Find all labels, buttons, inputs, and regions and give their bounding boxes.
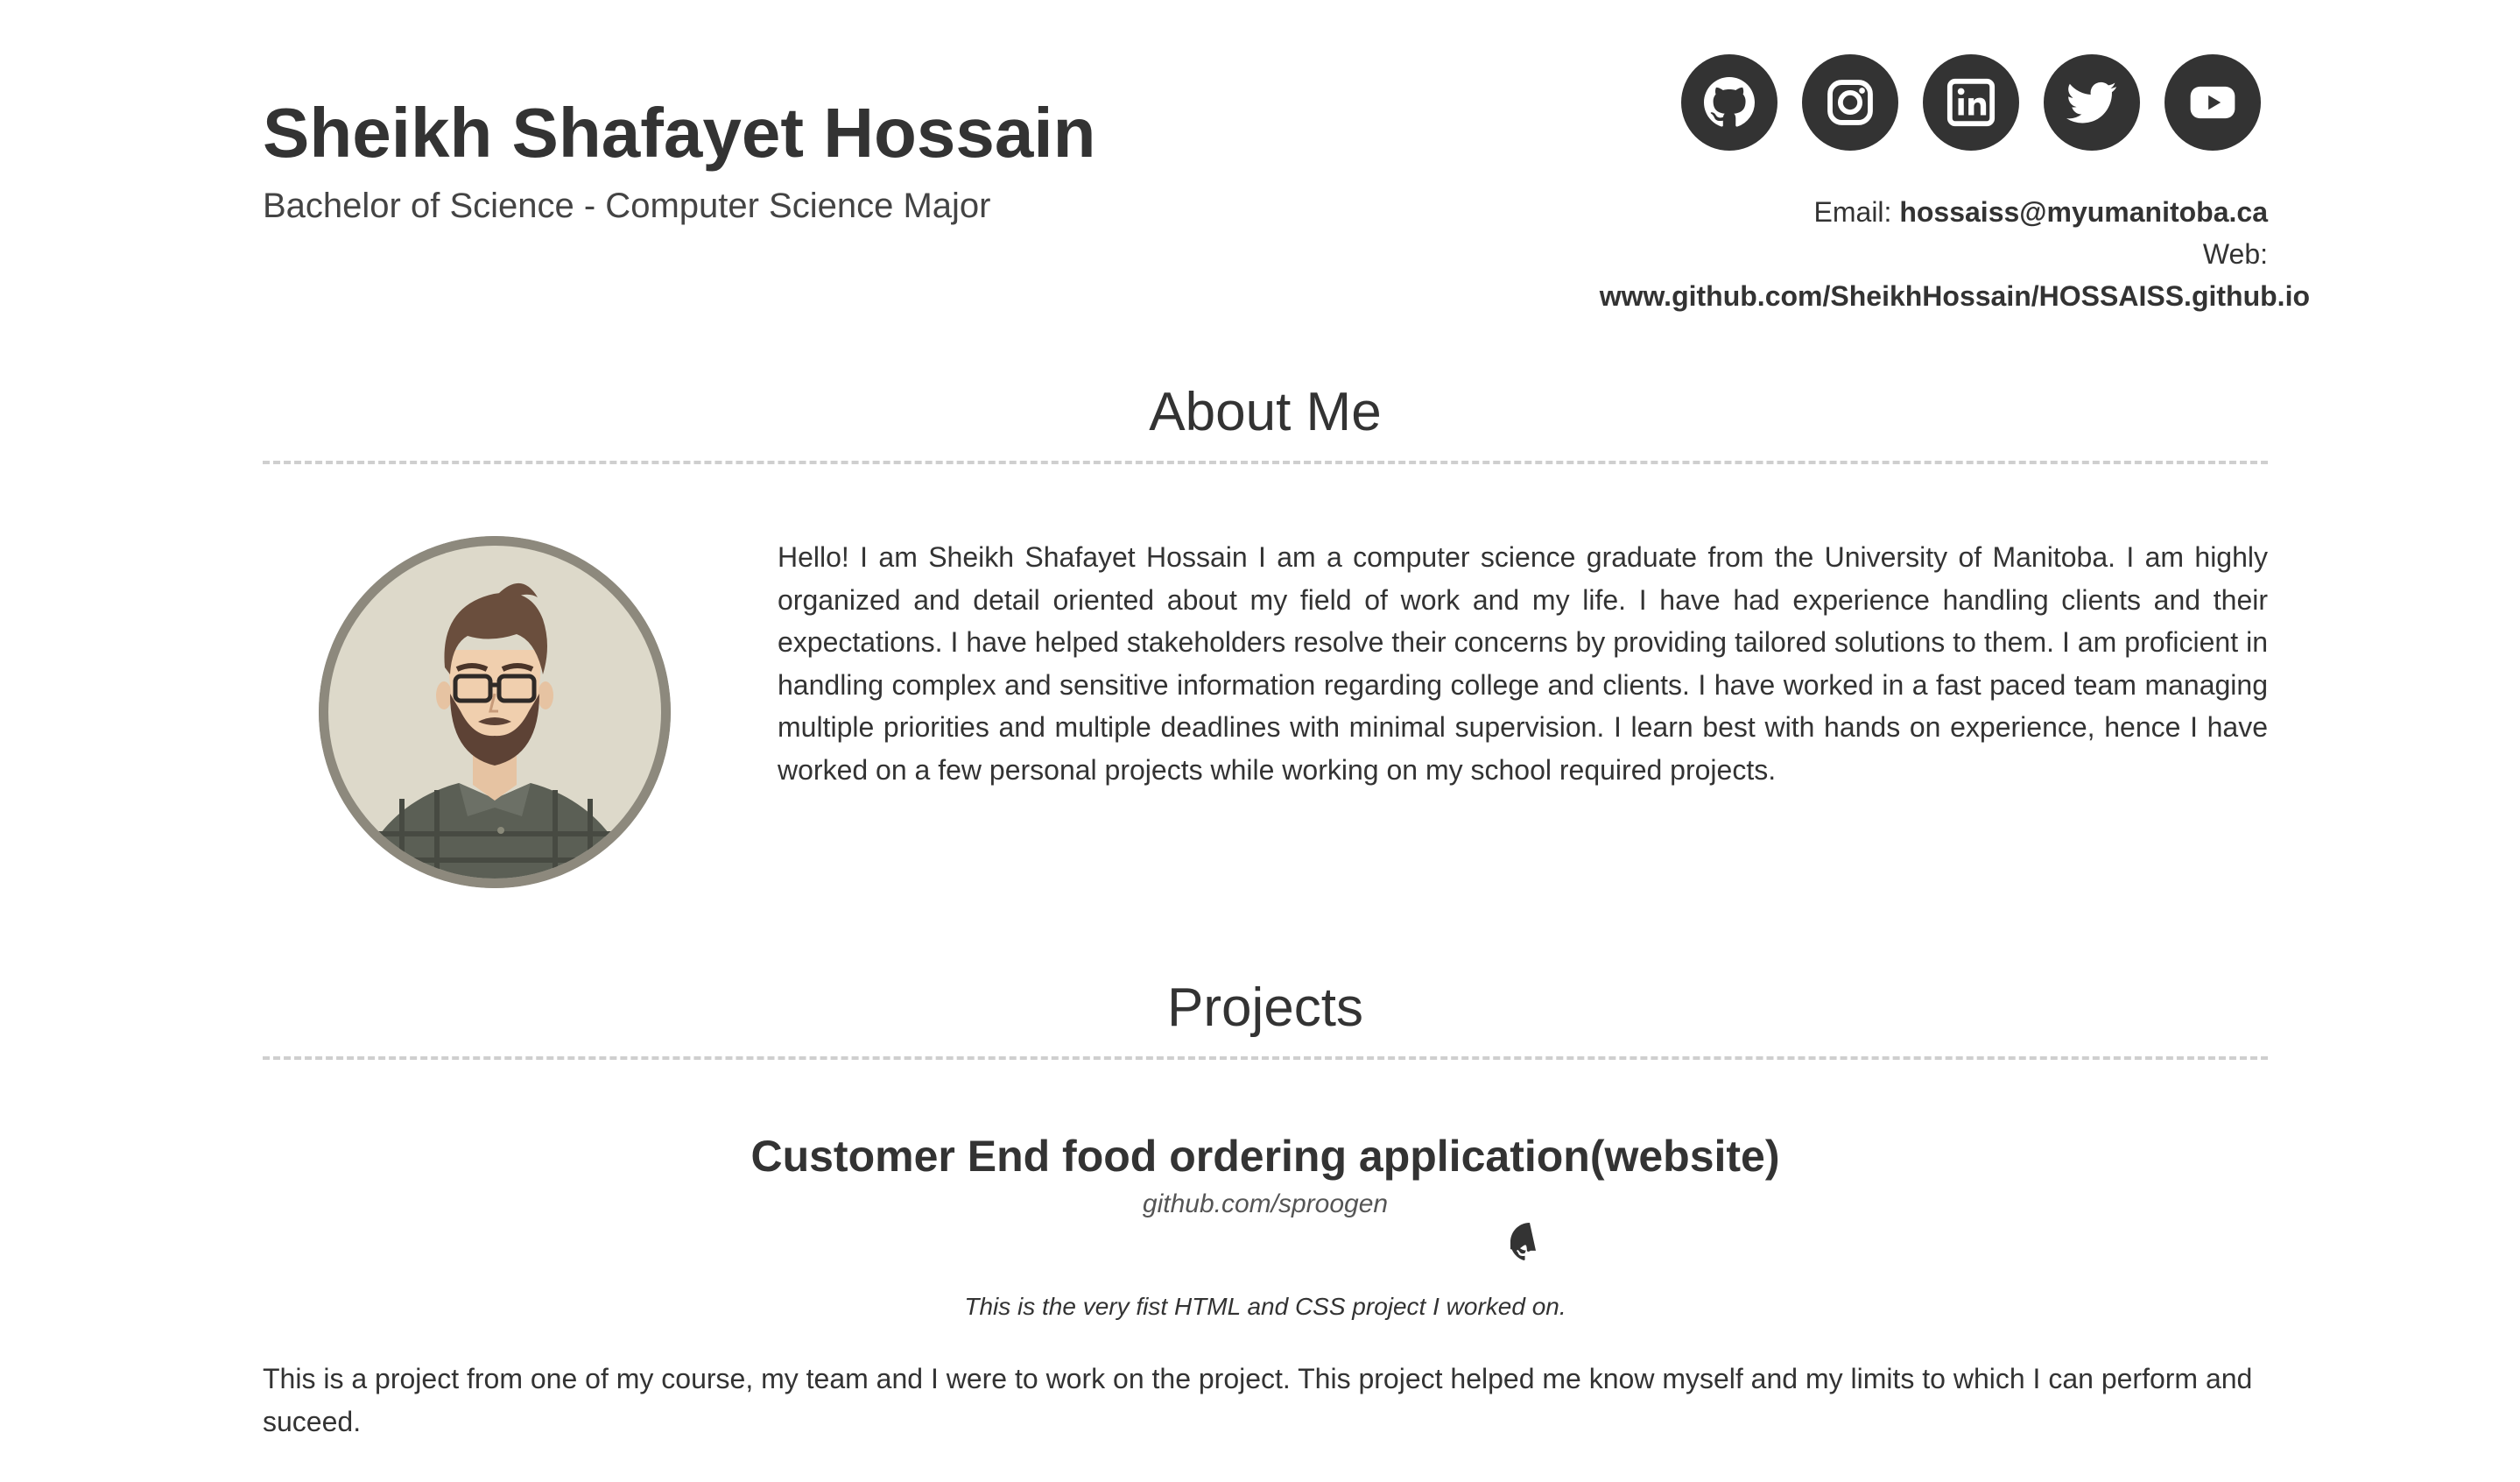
social-links — [1681, 54, 2261, 151]
instagram-icon — [1827, 80, 1873, 125]
resume-page: Sheikh Shafayet Hossain Bachelor of Scie… — [263, 0, 2310, 1437]
contact-info: Email: hossaiss@myumanitoba.ca Web: www.… — [1600, 191, 2310, 317]
email-row: Email: hossaiss@myumanitoba.ca — [1600, 191, 2268, 233]
github-icon — [1704, 77, 1755, 127]
project-link[interactable]: github.com/sproogen — [263, 1191, 2268, 1217]
project-tagline: This is the very fist HTML and CSS proje… — [964, 1293, 1566, 1320]
youtube-icon — [2190, 86, 2235, 119]
linkedin-link[interactable] — [1923, 54, 2019, 151]
person-name: Sheikh Shafayet Hossain — [263, 94, 1096, 172]
web-row: Web: www.github.com/SheikhHossain/HOSSAI… — [1600, 233, 2310, 317]
avatar-illustration — [319, 536, 671, 888]
linkedin-icon — [1946, 78, 1996, 127]
projects-heading: Projects — [1167, 977, 1363, 1038]
email-label: Email: — [1813, 196, 1892, 228]
about-heading: About Me — [1149, 382, 1382, 442]
projects-divider — [263, 1056, 2268, 1060]
project-description: This is a project from one of my course,… — [263, 1363, 2253, 1437]
project-title: Customer End food ordering application(w… — [750, 1132, 1780, 1181]
avatar — [319, 536, 671, 888]
github-link[interactable] — [1681, 54, 1777, 151]
about-divider — [263, 461, 2268, 464]
about-text: Hello! I am Sheikh Shafayet Hossain I am… — [778, 541, 2268, 786]
youtube-link[interactable] — [2165, 54, 2261, 151]
email-link[interactable]: hossaiss@myumanitoba.ca — [1899, 196, 2268, 228]
github-icon[interactable] — [1510, 1223, 1549, 1261]
web-link[interactable]: www.github.com/SheikhHossain/HOSSAISS.gi… — [1600, 275, 2310, 317]
twitter-icon — [2066, 81, 2117, 124]
twitter-link[interactable] — [2044, 54, 2140, 151]
header: Sheikh Shafayet Hossain Bachelor of Scie… — [263, 0, 2310, 333]
web-label: Web: — [2202, 238, 2268, 270]
degree-subtitle: Bachelor of Science - Computer Science M… — [263, 187, 991, 225]
instagram-link[interactable] — [1802, 54, 1898, 151]
